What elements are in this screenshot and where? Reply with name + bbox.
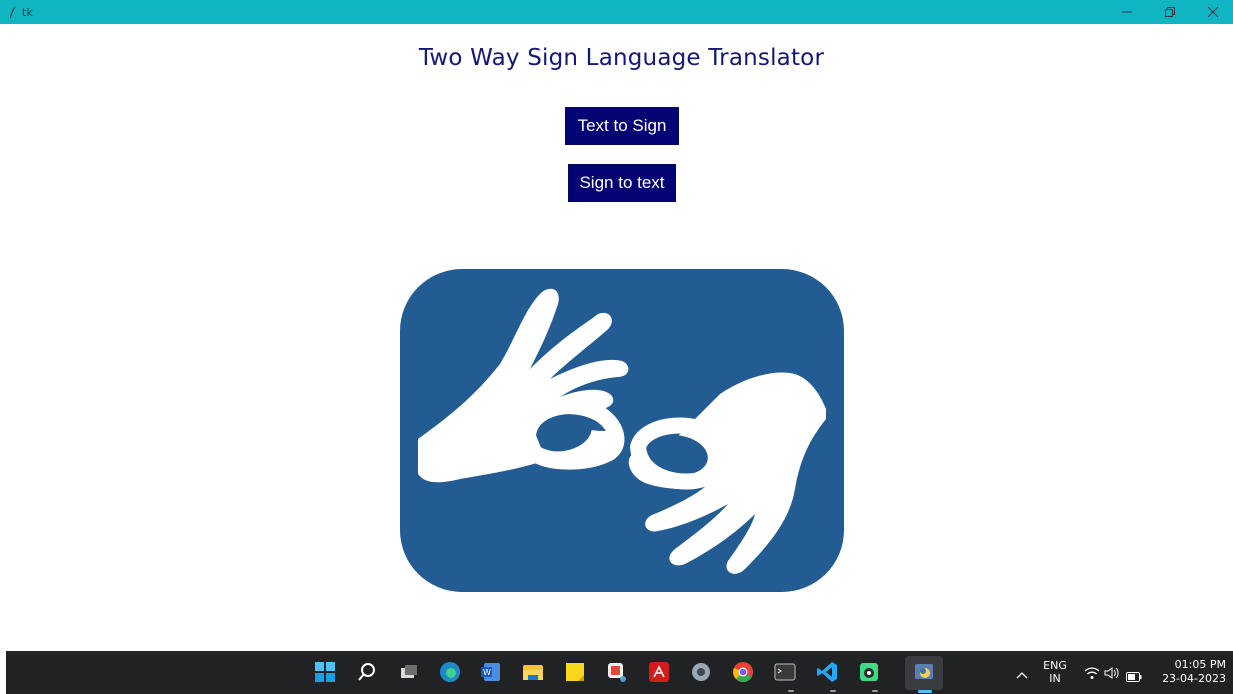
clock-time: 01:05 PM bbox=[1174, 658, 1226, 671]
tk-feather-icon bbox=[10, 6, 16, 18]
volume-icon[interactable] bbox=[1104, 665, 1120, 684]
taskbar: W ENG IN 01:05 PM 23-04-2023 bbox=[6, 651, 1233, 694]
wifi-icon[interactable] bbox=[1084, 665, 1100, 684]
close-button[interactable] bbox=[1191, 0, 1233, 24]
settings-icon[interactable] bbox=[690, 661, 712, 683]
svg-text:W: W bbox=[483, 668, 491, 677]
word-icon[interactable]: W bbox=[480, 661, 502, 683]
language-line2: IN bbox=[1049, 672, 1061, 685]
restore-button[interactable] bbox=[1148, 0, 1192, 24]
window-titlebar[interactable]: tk bbox=[0, 0, 1233, 24]
language-line1: ENG bbox=[1043, 659, 1067, 672]
terminal-running-indicator bbox=[788, 690, 794, 692]
window-title: tk bbox=[22, 5, 33, 19]
language-indicator[interactable]: ENG IN bbox=[1041, 659, 1069, 685]
chrome-icon[interactable] bbox=[732, 661, 754, 683]
clock-date: 23-04-2023 bbox=[1162, 672, 1226, 685]
snipping-tool-icon[interactable] bbox=[606, 661, 628, 683]
windows-start-icon[interactable] bbox=[314, 661, 336, 683]
task-view-icon[interactable] bbox=[398, 661, 420, 683]
android-studio-running-indicator bbox=[872, 690, 878, 692]
python-tk-icon[interactable] bbox=[913, 661, 935, 683]
restore-icon bbox=[1165, 7, 1175, 17]
sign-to-text-button[interactable]: Sign to text bbox=[568, 164, 676, 202]
edge-icon[interactable] bbox=[439, 661, 461, 683]
page-title: Two Way Sign Language Translator bbox=[418, 45, 825, 71]
terminal-icon[interactable] bbox=[774, 661, 796, 683]
show-hidden-icons-button[interactable] bbox=[1016, 665, 1028, 684]
file-explorer-icon[interactable] bbox=[522, 661, 544, 683]
active-app-indicator bbox=[918, 690, 932, 693]
chevron-up-icon bbox=[1016, 672, 1028, 679]
vscode-running-indicator bbox=[830, 690, 836, 692]
android-studio-icon[interactable] bbox=[858, 661, 880, 683]
sign-language-hands-icon bbox=[400, 269, 844, 592]
minimize-button[interactable] bbox=[1105, 0, 1149, 24]
close-icon bbox=[1208, 7, 1218, 17]
sticky-notes-icon[interactable] bbox=[564, 661, 586, 683]
search-icon[interactable] bbox=[356, 661, 378, 683]
minimize-icon bbox=[1122, 11, 1132, 13]
vscode-icon[interactable] bbox=[816, 661, 838, 683]
acrobat-icon[interactable] bbox=[648, 661, 670, 683]
text-to-sign-button[interactable]: Text to Sign bbox=[565, 107, 679, 145]
battery-icon[interactable] bbox=[1126, 667, 1142, 686]
clock[interactable]: 01:05 PM 23-04-2023 bbox=[1156, 658, 1226, 686]
